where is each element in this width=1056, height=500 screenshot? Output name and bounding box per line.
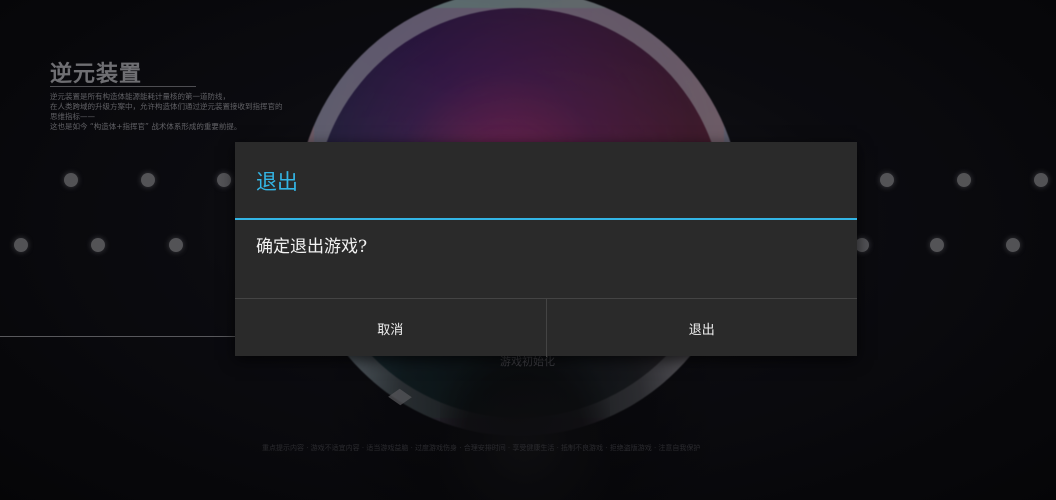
dialog-button-bar: 取消 退出 [235,298,857,357]
game-screen: 逆元装置 逆元装置是所有构造体能源能耗计量核的第一道防线， 在人类跨域的升级方案… [0,0,1056,500]
dialog-message: 确定退出游戏? [256,237,368,257]
dialog-title-divider [235,218,857,220]
exit-button[interactable]: 退出 [547,299,858,357]
dialog-title: 退出 [256,170,298,194]
cancel-button[interactable]: 取消 [235,299,546,357]
exit-dialog: 退出 确定退出游戏? 取消 退出 [235,142,857,357]
